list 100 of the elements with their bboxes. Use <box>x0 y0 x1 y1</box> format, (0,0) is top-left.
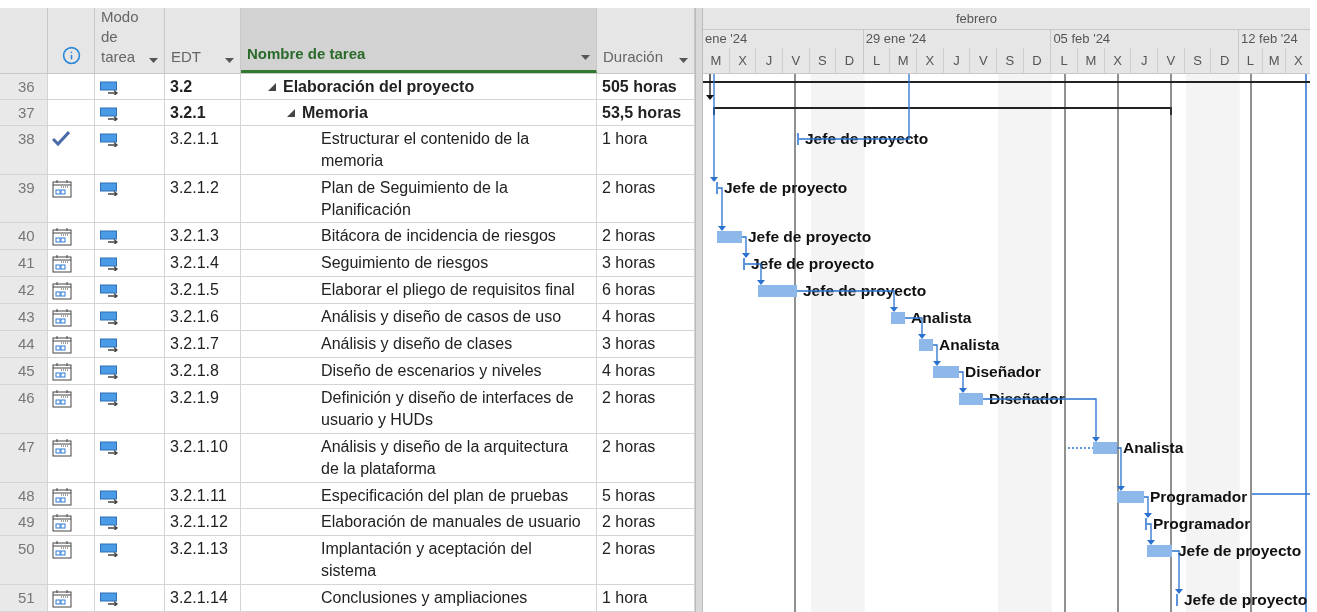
week-label: 12 feb '24 <box>1241 30 1298 49</box>
task-name: Seguimiento de riesgos <box>321 253 490 274</box>
task-name: Elaboración de manuales de usuario <box>321 512 582 533</box>
wbs-cell: 3.2.1.8 <box>165 357 241 384</box>
task-bar[interactable] <box>933 366 959 378</box>
task-bar[interactable] <box>758 285 797 297</box>
resource-label: Diseñador <box>965 363 1041 380</box>
dropdown-caret-icon[interactable] <box>581 55 590 60</box>
resource-label: Programador <box>1150 488 1248 505</box>
resource-label: Analista <box>911 309 972 326</box>
day-label: X <box>1113 51 1122 70</box>
milestone-tick[interactable] <box>716 182 718 194</box>
day-label: D <box>844 51 855 70</box>
wbs-cell: 3.2.1.6 <box>165 304 241 331</box>
resource-label: Analista <box>939 336 1000 353</box>
wbs-cell: 3.2.1.1 <box>165 125 241 174</box>
column-header[interactable]: Modo de tarea <box>95 8 165 73</box>
day-label: S <box>1193 51 1202 70</box>
wbs-cell: 3.2.1.14 <box>165 585 241 612</box>
wbs-cell: 3.2.1.2 <box>165 174 241 223</box>
task-bar[interactable] <box>717 231 742 243</box>
wbs-cell: 3.2 <box>165 74 241 99</box>
task-name: Análisis y diseño de la arquitectura de la plataforma <box>321 436 570 479</box>
row-number: 47 <box>0 433 48 482</box>
row-number: 42 <box>0 277 48 304</box>
resource-label: Jefe de proyecto <box>751 255 875 272</box>
day-label: M <box>710 51 722 70</box>
day-label: J <box>765 51 773 70</box>
task-name: Diseño de escenarios y niveles <box>321 360 543 381</box>
task-bar[interactable] <box>1117 491 1144 503</box>
collapse-triangle-icon[interactable] <box>268 83 276 91</box>
row-number: 38 <box>0 125 48 174</box>
task-name: Análisis y diseño de clases <box>321 334 514 355</box>
task-name: Análisis y diseño de casos de uso <box>321 307 563 328</box>
collapse-triangle-icon[interactable] <box>287 108 295 117</box>
dependency-arrow <box>1146 523 1155 545</box>
task-name: Memoria <box>302 102 369 123</box>
day-label: L <box>873 51 881 70</box>
column-header[interactable]: Nombre de tarea <box>241 8 597 73</box>
wbs-cell: 3.2.1.12 <box>165 509 241 536</box>
column-header[interactable]: EDT <box>165 8 241 73</box>
summary-link-arrow <box>706 74 714 100</box>
week-label: ene '24 <box>705 30 748 49</box>
info-icon[interactable] <box>61 46 81 65</box>
row-number: 39 <box>0 174 48 223</box>
task-name: Conclusiones y ampliaciones <box>321 588 529 609</box>
resource-label: Programador <box>1153 515 1251 532</box>
wbs-cell: 3.2.1.10 <box>165 433 241 482</box>
day-label: D <box>1219 51 1230 70</box>
day-label: S <box>1005 51 1015 70</box>
task-name: Elaborar el pliego de requisitos final <box>321 280 576 301</box>
task-name: Implantación y aceptación del sistema <box>321 539 533 582</box>
week-label: 05 feb '24 <box>1053 30 1111 49</box>
week-label: 29 ene '24 <box>865 30 927 49</box>
month-label: febrero <box>955 9 998 28</box>
day-label: J <box>1140 51 1148 70</box>
day-label: X <box>738 51 747 70</box>
milestone-tick[interactable] <box>1145 518 1147 530</box>
summary-bar[interactable] <box>713 107 1172 115</box>
milestone-tick[interactable] <box>1176 594 1178 606</box>
resource-label: Jefe de proyecto <box>748 228 872 245</box>
wbs-cell: 3.2.1.7 <box>165 331 241 357</box>
day-label: L <box>1246 51 1254 70</box>
milestone-tick[interactable] <box>797 133 799 145</box>
wbs-cell: 3.2.1.4 <box>165 250 241 277</box>
slack-line <box>1067 447 1094 449</box>
row-number: 48 <box>0 482 48 509</box>
day-label: L <box>1060 51 1068 70</box>
wbs-cell: 3.2.1.3 <box>165 223 241 250</box>
resource-label: Jefe de proyecto <box>1178 542 1302 559</box>
dropdown-caret-icon[interactable] <box>149 58 158 63</box>
row-number: 50 <box>0 536 48 585</box>
row-number: 44 <box>0 331 48 357</box>
task-bar[interactable] <box>1093 442 1117 454</box>
task-bar[interactable] <box>919 339 933 351</box>
dependency-line <box>1251 493 1310 495</box>
day-label: S <box>818 51 827 70</box>
task-name: Estructurar el contenido de la memoria <box>321 128 531 171</box>
row-number: 36 <box>0 74 48 99</box>
dependency-arrow <box>1143 496 1152 518</box>
row-number: 40 <box>0 223 48 250</box>
row-number: 43 <box>0 304 48 331</box>
task-bar[interactable] <box>959 393 983 405</box>
task-name: Especificación del plan de pruebas <box>321 485 570 506</box>
dropdown-caret-icon[interactable] <box>679 58 688 63</box>
milestone-tick[interactable] <box>743 258 745 270</box>
day-label: M <box>1085 51 1097 70</box>
task-name: Definición y diseño de interfaces de usuario y HUDs <box>321 387 575 430</box>
task-bar[interactable] <box>1147 545 1172 557</box>
day-label: D <box>1032 51 1042 70</box>
day-label: V <box>791 51 801 70</box>
day-label: X <box>1293 51 1303 70</box>
wbs-cell: 3.2.1.5 <box>165 277 241 304</box>
resource-label: Jefe de proyecto <box>724 179 848 196</box>
task-name: Elaboración del proyecto <box>283 77 476 97</box>
wbs-cell: 3.2.1.13 <box>165 536 241 585</box>
day-label: X <box>925 51 935 70</box>
column-header[interactable]: Duración <box>597 8 695 73</box>
task-bar[interactable] <box>891 312 905 324</box>
dropdown-caret-icon[interactable] <box>225 58 234 63</box>
